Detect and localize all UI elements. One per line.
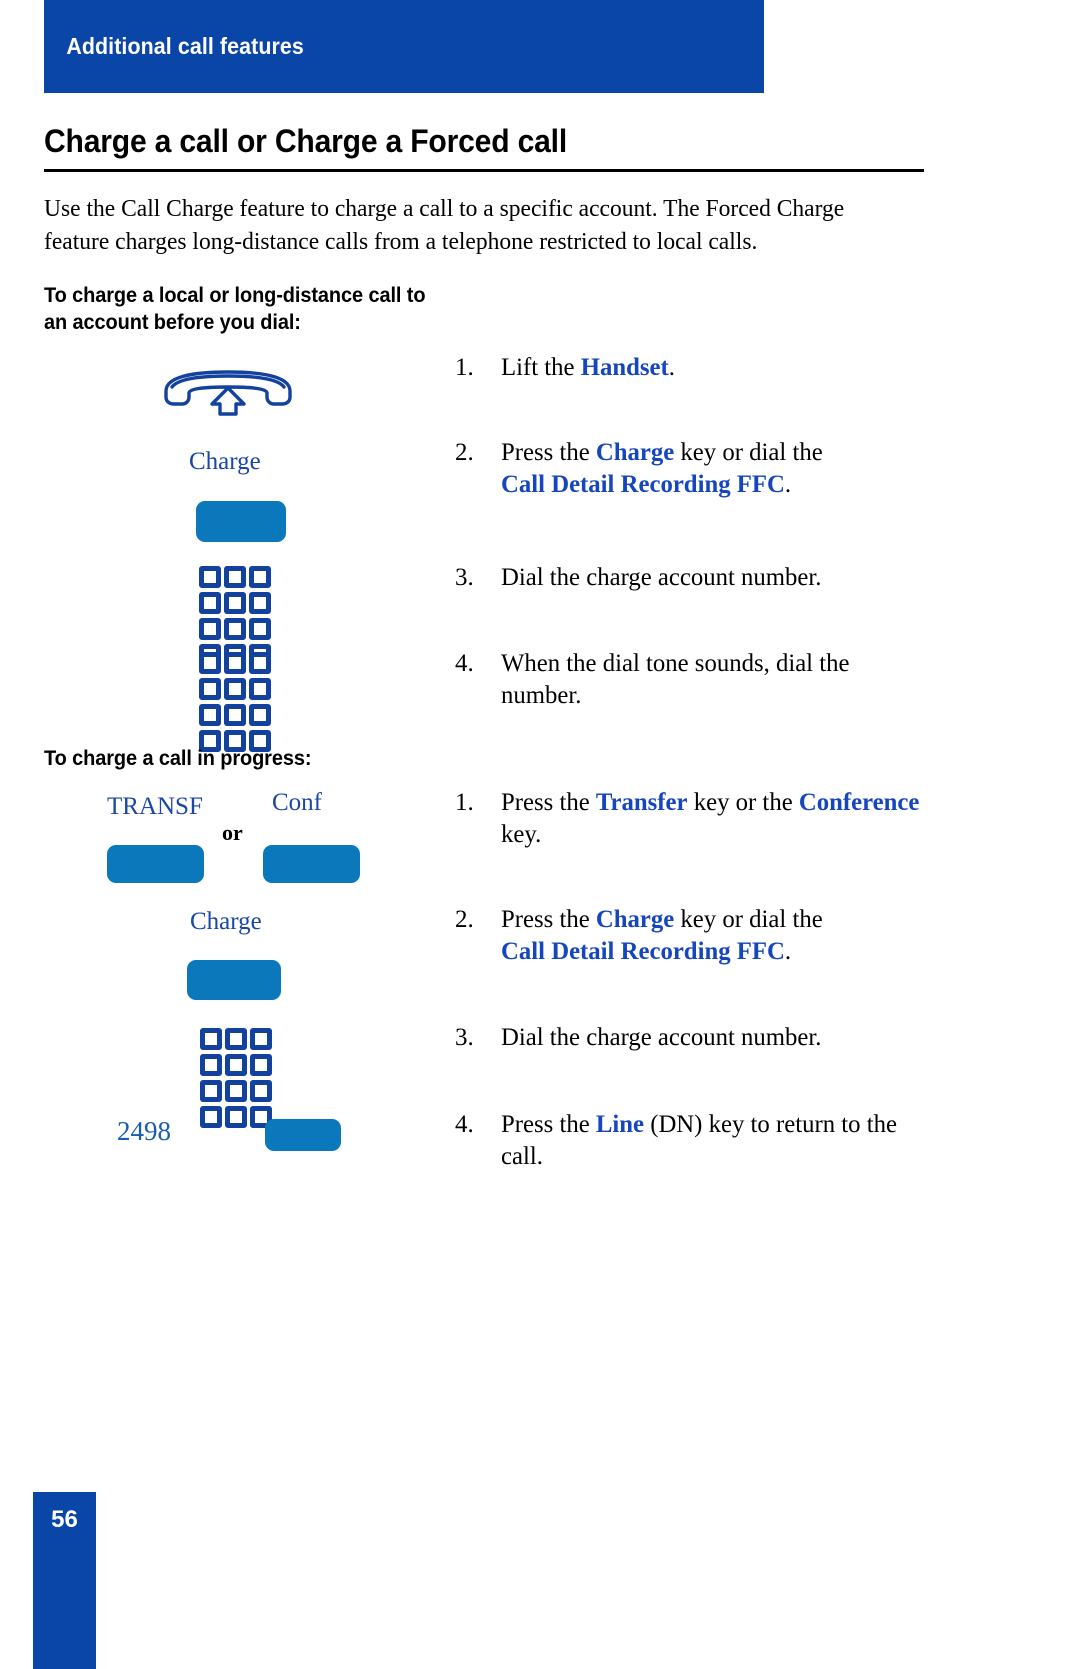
keypad-key bbox=[224, 566, 246, 588]
step-text: Press the Line (DN) key to return to the… bbox=[501, 1111, 897, 1170]
keyword-charge: Charge bbox=[595, 439, 675, 466]
step-number: 1. bbox=[455, 789, 474, 816]
keypad-icon-1 bbox=[199, 566, 271, 666]
keypad-key bbox=[199, 678, 221, 700]
keyword-cdr-ffc: Call Detail Recording FFC bbox=[501, 471, 785, 498]
charge-key-label-1: Charge bbox=[189, 448, 261, 475]
section-2-step-2: 2. Press the Charge key or dial the Call… bbox=[455, 904, 925, 968]
step-number: 2. bbox=[455, 906, 474, 933]
keypad-key bbox=[199, 704, 221, 726]
keypad-key bbox=[224, 652, 246, 674]
title-divider bbox=[44, 169, 924, 172]
intro-paragraph: Use the Call Charge feature to charge a … bbox=[44, 195, 845, 255]
keypad-key bbox=[199, 592, 221, 614]
or-label: or bbox=[222, 820, 243, 845]
keypad-key bbox=[250, 1028, 272, 1050]
section-1-step-1: 1. Lift the Handset. bbox=[455, 352, 925, 384]
keyword-charge: Charge bbox=[595, 906, 675, 933]
keypad-icon-2 bbox=[199, 652, 271, 752]
step-number: 4. bbox=[455, 1111, 474, 1138]
conference-key-label: Conf bbox=[272, 789, 322, 816]
keyword-cdr-ffc: Call Detail Recording FFC bbox=[501, 938, 785, 965]
keypad-key bbox=[224, 704, 246, 726]
transfer-key-label: TRANSF bbox=[107, 793, 203, 820]
step-text: Dial the charge account number. bbox=[501, 564, 822, 591]
transfer-key-button[interactable] bbox=[107, 845, 204, 883]
keyword-conference: Conference bbox=[798, 789, 920, 816]
dn-number-label: 2498 bbox=[117, 1116, 171, 1146]
keypad-key bbox=[249, 566, 271, 588]
keypad-key bbox=[225, 1080, 247, 1102]
step-number: 3. bbox=[455, 564, 474, 591]
step-number: 1. bbox=[455, 354, 474, 381]
keypad-key bbox=[224, 592, 246, 614]
section-2-heading: To charge a call in progress: bbox=[44, 747, 312, 770]
section-2-step-3: 3. Dial the charge account number. bbox=[455, 1022, 925, 1054]
step-number: 4. bbox=[455, 650, 474, 677]
page-title: Charge a call or Charge a Forced call bbox=[44, 123, 567, 159]
footer-page-block: 56 bbox=[33, 1492, 96, 1669]
page-title-block: Charge a call or Charge a Forced call bbox=[44, 123, 924, 172]
keypad-key bbox=[250, 1054, 272, 1076]
charge-key-button-1[interactable] bbox=[196, 501, 286, 542]
keypad-key bbox=[200, 1054, 222, 1076]
keypad-key bbox=[200, 1080, 222, 1102]
keypad-key bbox=[250, 1080, 272, 1102]
keypad-key bbox=[225, 1028, 247, 1050]
keypad-key bbox=[249, 618, 271, 640]
keypad-icon-3 bbox=[200, 1028, 272, 1128]
keypad-key bbox=[199, 618, 221, 640]
keypad-key bbox=[224, 618, 246, 640]
keypad-key bbox=[200, 1106, 222, 1128]
charge-key-label-2: Charge bbox=[190, 908, 262, 935]
section-1-step-2: 2. Press the Charge key or dial the Call… bbox=[455, 437, 925, 501]
step-text: Press the Charge key or dial the Call De… bbox=[501, 439, 823, 498]
keypad-key bbox=[200, 1028, 222, 1050]
step-text: Press the Transfer key or the Conference… bbox=[501, 789, 920, 848]
keypad-key bbox=[249, 704, 271, 726]
header-banner-title: Additional call features bbox=[66, 33, 304, 59]
header-banner: Additional call features bbox=[44, 0, 764, 93]
lift-handset-icon bbox=[162, 370, 294, 423]
keypad-key bbox=[199, 652, 221, 674]
keypad-key bbox=[225, 1106, 247, 1128]
keypad-key bbox=[249, 592, 271, 614]
step-text: Press the Charge key or dial the Call De… bbox=[501, 906, 823, 965]
section-1-step-3: 3. Dial the charge account number. bbox=[455, 562, 925, 594]
step-number: 3. bbox=[455, 1024, 474, 1051]
keypad-key bbox=[224, 678, 246, 700]
charge-key-button-2[interactable] bbox=[187, 960, 281, 1000]
keypad-key bbox=[225, 1054, 247, 1076]
keyword-handset: Handset bbox=[580, 354, 669, 381]
keyword-transfer: Transfer bbox=[595, 789, 688, 816]
page-number: 56 bbox=[51, 1506, 78, 1533]
step-text: Dial the charge account number. bbox=[501, 1024, 822, 1051]
step-number: 2. bbox=[455, 439, 474, 466]
keyword-line: Line bbox=[595, 1111, 645, 1138]
keypad-key bbox=[249, 652, 271, 674]
section-2-step-1: 1. Press the Transfer key or the Confere… bbox=[455, 787, 925, 851]
section-1-heading: To charge a local or long-distance call … bbox=[44, 284, 426, 334]
section-1-step-4: 4. When the dial tone sounds, dial the n… bbox=[455, 648, 875, 712]
keypad-key bbox=[199, 566, 221, 588]
keypad-key bbox=[249, 678, 271, 700]
step-text: When the dial tone sounds, dial the numb… bbox=[501, 650, 850, 709]
step-text: Lift the Handset. bbox=[501, 354, 675, 381]
line-dn-key-button[interactable] bbox=[265, 1119, 341, 1151]
conference-key-button[interactable] bbox=[263, 845, 360, 883]
section-2-step-4: 4. Press the Line (DN) key to return to … bbox=[455, 1109, 935, 1173]
